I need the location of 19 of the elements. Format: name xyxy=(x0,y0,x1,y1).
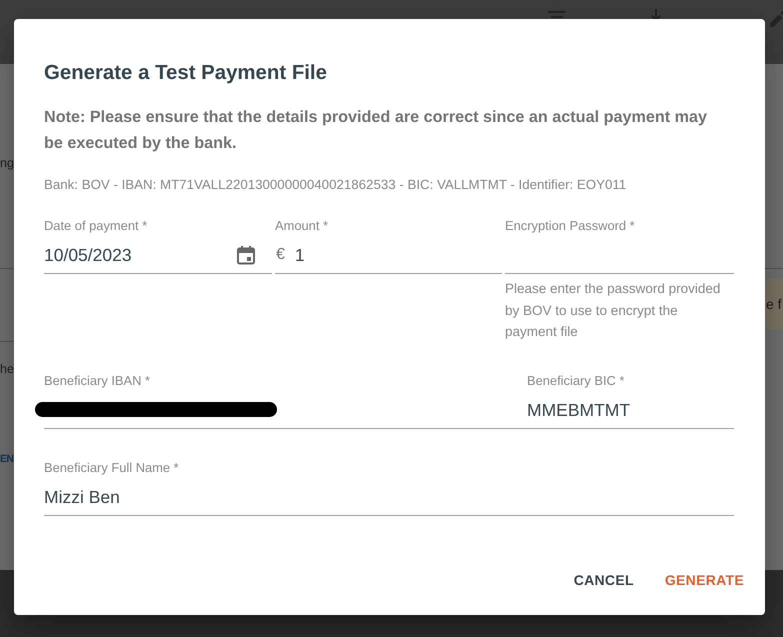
date-field[interactable]: 10/05/2023 xyxy=(44,243,272,274)
text-field[interactable]: Mizzi Ben xyxy=(44,484,734,516)
field-label: Date of payment * xyxy=(44,218,148,234)
text-fragment: he xyxy=(0,361,14,377)
notice-banner: e f xyxy=(765,279,783,329)
text-fragment: ng xyxy=(0,155,14,171)
field-label: Amount * xyxy=(275,218,328,234)
field-label: Beneficiary Full Name * xyxy=(44,460,179,476)
field-label: Beneficiary BIC * xyxy=(527,372,624,388)
calendar-icon[interactable] xyxy=(236,245,256,265)
bank-details-text: Bank: BOV - IBAN: MT71VALL22013000000040021862533 - BIC: VALLMTMT - Identifier: EOY011 xyxy=(44,176,626,194)
note-text: Note: Please ensure that the details provided are correct since an actual payment may be executed by the bank. xyxy=(44,107,708,154)
dialog-title: Generate a Test Payment File xyxy=(44,61,327,85)
field-label: Beneficiary IBAN * xyxy=(44,372,150,388)
amount-field[interactable]: € 1 xyxy=(275,243,502,274)
field-hint: Please enter the password provided by BOV to use to encrypt the payment file xyxy=(505,280,722,341)
text-field[interactable]: MMEBMTMT xyxy=(527,398,734,428)
cancel-button[interactable]: CANCEL xyxy=(566,562,642,598)
field-label: Encryption Password * xyxy=(505,218,635,234)
